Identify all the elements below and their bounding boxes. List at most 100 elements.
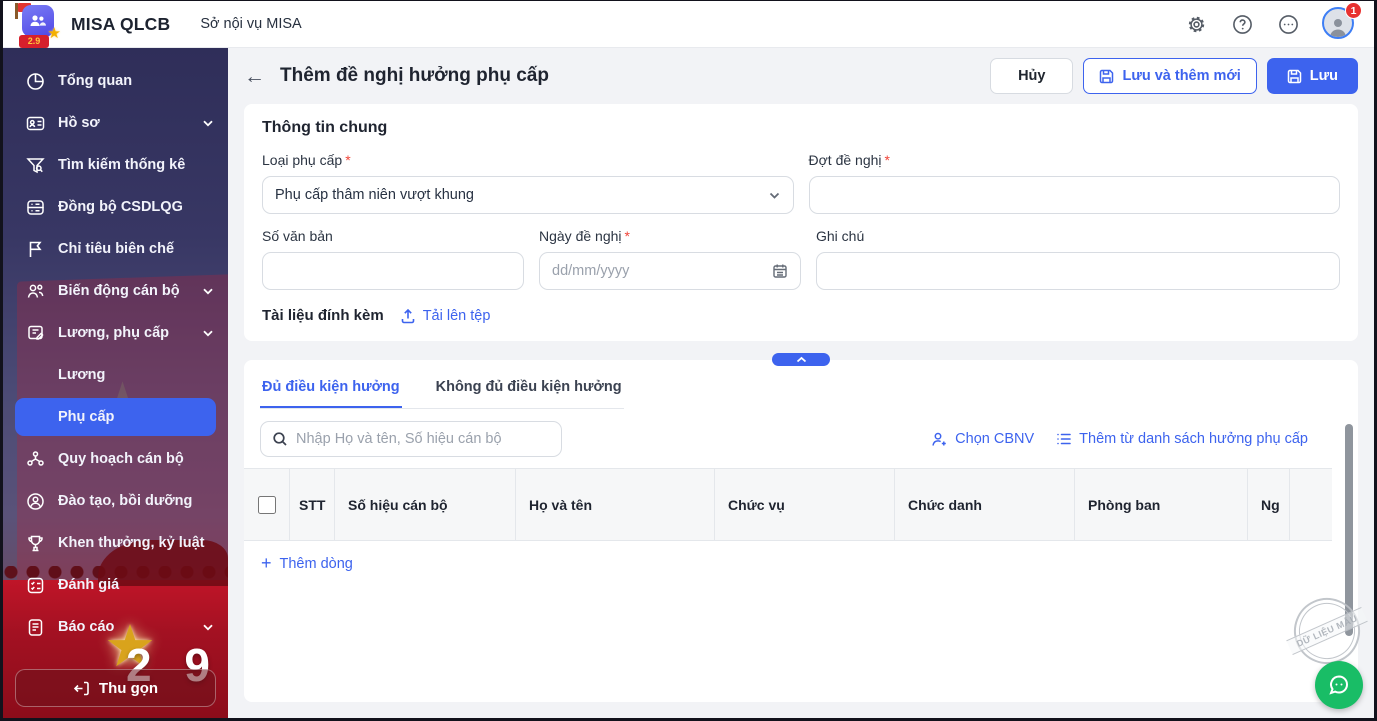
chevron-down-icon (768, 189, 781, 202)
eligibility-card: Đủ điều kiện hưởng Không đủ điều kiện hư… (244, 360, 1358, 702)
database-sync-icon (25, 197, 45, 217)
calendar-icon[interactable] (772, 263, 788, 279)
add-row-link[interactable]: + Thêm dòng (244, 541, 370, 587)
sidebar-item-ho-so[interactable]: Hồ sơ (3, 102, 228, 144)
sidebar-subitem-label: Phụ cấp (58, 409, 114, 425)
upload-file-link[interactable]: Tải lên tệp (400, 308, 491, 324)
id-card-icon (25, 113, 45, 133)
select-staff-link[interactable]: Chọn CBNV (931, 431, 1034, 448)
report-icon (25, 617, 45, 637)
sidebar-item-label: Tìm kiếm thống kê (58, 157, 185, 173)
chevron-down-icon (202, 285, 214, 297)
star-icon: ★ (48, 26, 61, 41)
sidebar-item-tong-quan[interactable]: Tổng quan (3, 60, 228, 102)
tab-du-dieu-kien[interactable]: Đủ điều kiện hưởng (260, 366, 402, 408)
app-logo[interactable]: ★ 2.9 (15, 3, 59, 45)
save-and-new-label: Lưu và thêm mới (1122, 68, 1240, 84)
column-header-stt[interactable]: STT (290, 469, 335, 540)
checklist-icon (25, 575, 45, 595)
sidebar-item-label: Chỉ tiêu biên chế (58, 241, 174, 257)
select-staff-label: Chọn CBNV (955, 431, 1034, 447)
topbar: ★ 2.9 MISA QLCB Sở nội vụ MISA 1 (3, 1, 1374, 48)
sidebar-item-tim-kiem-thong-ke[interactable]: Tìm kiếm thống kê (3, 144, 228, 186)
chevron-down-icon (202, 621, 214, 633)
chevron-down-icon (202, 117, 214, 129)
column-header-so-hieu[interactable]: Số hiệu cán bộ (335, 469, 516, 540)
proposal-date-input[interactable] (552, 263, 772, 279)
search-icon (272, 431, 288, 447)
sidebar-item-danh-gia[interactable]: Đánh giá (3, 564, 228, 606)
required-mark: * (625, 228, 630, 244)
sidebar-item-chi-tieu-bien-che[interactable]: Chỉ tiêu biên chế (3, 228, 228, 270)
staff-table-header: STT Số hiệu cán bộ Họ và tên Chức vụ Chứ… (244, 468, 1332, 541)
section-title: Thông tin chung (262, 119, 1340, 137)
sidebar-subitem-phu-cap[interactable]: Phụ cấp (15, 398, 216, 436)
main-content: ← Thêm đề nghị hưởng phụ cấp Hủy Lưu và … (228, 48, 1374, 718)
select-all-checkbox[interactable] (258, 496, 276, 514)
settings-gear-icon[interactable] (1184, 12, 1208, 36)
sidebar-item-luong-phu-cap[interactable]: Lương, phụ cấp (3, 312, 228, 354)
filter-search-icon (25, 155, 45, 175)
save-and-new-button[interactable]: Lưu và thêm mới (1083, 58, 1256, 94)
field-label-so-van-ban: Số văn bản (262, 228, 524, 244)
column-header-filler (1290, 469, 1332, 540)
sidebar-collapse-button[interactable]: Thu gọn (15, 669, 216, 707)
floppy-icon (1099, 69, 1114, 84)
notification-badge: 1 (1345, 2, 1362, 19)
staff-search-input[interactable] (296, 431, 550, 447)
sidebar-item-bien-dong-can-bo[interactable]: Biến động cán bộ (3, 270, 228, 312)
app-window: ★ 2.9 MISA QLCB Sở nội vụ MISA 1 (0, 0, 1377, 721)
cancel-button[interactable]: Hủy (990, 58, 1073, 94)
sidebar-item-label: Đánh giá (58, 577, 119, 593)
person-circle-icon (25, 491, 45, 511)
save-label: Lưu (1310, 68, 1338, 84)
upload-label: Tải lên tệp (423, 308, 491, 324)
save-button[interactable]: Lưu (1267, 58, 1358, 94)
proposal-date-field[interactable] (539, 252, 801, 290)
sidebar-nav: Tổng quan Hồ sơ Tìm kiếm thống kê Đồng b… (3, 48, 228, 690)
sidebar-item-quy-hoach-can-bo[interactable]: Quy hoạch cán bộ (3, 438, 228, 480)
trophy-icon (25, 533, 45, 553)
sidebar-item-dao-tao-boi-duong[interactable]: Đào tạo, bồi dưỡng (3, 480, 228, 522)
proposal-batch-input[interactable] (822, 187, 1328, 203)
add-from-list-link[interactable]: Thêm từ danh sách hưởng phụ cấp (1056, 431, 1308, 447)
column-header-ho-ten[interactable]: Họ và tên (516, 469, 715, 540)
more-options-icon[interactable] (1276, 12, 1300, 36)
sidebar-subitem-label: Lương (58, 367, 105, 383)
organization-name[interactable]: Sở nội vụ MISA (200, 16, 301, 32)
sidebar-item-khen-thuong-ky-luat[interactable]: Khen thưởng, kỷ luật (3, 522, 228, 564)
people-icon (25, 281, 45, 301)
plus-icon: + (261, 554, 272, 572)
sidebar-item-label: Biến động cán bộ (58, 283, 180, 299)
collapse-section-handle[interactable] (772, 353, 830, 366)
sidebar-item-label: Hồ sơ (58, 115, 100, 131)
field-label-ghi-chu: Ghi chú (816, 228, 1340, 244)
document-number-input[interactable] (275, 263, 511, 279)
back-arrow-icon[interactable]: ← (244, 66, 265, 87)
staff-search-box[interactable] (260, 421, 562, 457)
column-header-chuc-vu[interactable]: Chức vụ (715, 469, 895, 540)
column-header-phong-ban[interactable]: Phòng ban (1075, 469, 1248, 540)
chevron-up-icon (796, 356, 807, 364)
chat-bubble-icon (1326, 672, 1352, 698)
chat-support-button[interactable] (1315, 661, 1363, 709)
sidebar-subitem-luong[interactable]: Lương (3, 354, 228, 396)
allowance-type-value: Phụ cấp thâm niên vượt khung (275, 187, 768, 203)
required-mark: * (345, 152, 350, 168)
general-info-card: Thông tin chung Loại phụ cấp* Phụ cấp th… (244, 104, 1358, 341)
add-from-list-label: Thêm từ danh sách hưởng phụ cấp (1079, 431, 1308, 447)
tab-khong-du-dieu-kien[interactable]: Không đủ điều kiện hưởng (434, 366, 624, 408)
note-input[interactable] (829, 263, 1327, 279)
help-icon[interactable] (1230, 12, 1254, 36)
allowance-type-select[interactable]: Phụ cấp thâm niên vượt khung (262, 176, 794, 214)
sidebar: Tổng quan Hồ sơ Tìm kiếm thống kê Đồng b… (3, 48, 228, 718)
sidebar-item-label: Khen thưởng, kỷ luật (58, 535, 204, 551)
person-plus-icon (931, 431, 948, 448)
column-header-chuc-danh[interactable]: Chức danh (895, 469, 1075, 540)
sidebar-item-dong-bo-csdlqg[interactable]: Đồng bộ CSDLQG (3, 186, 228, 228)
eligibility-tabs: Đủ điều kiện hưởng Không đủ điều kiện hư… (260, 366, 624, 409)
column-header-clipped[interactable]: Ng (1248, 469, 1290, 540)
collapse-label: Thu gọn (99, 680, 158, 697)
user-avatar[interactable]: 1 (1322, 7, 1356, 41)
app-name: MISA QLCB (71, 14, 170, 35)
